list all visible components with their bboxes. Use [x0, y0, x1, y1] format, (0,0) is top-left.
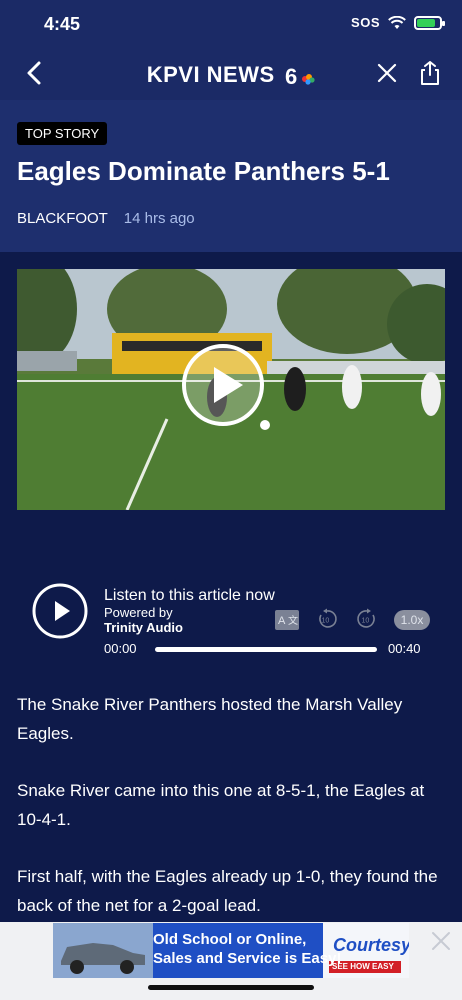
story-location: BLACKFOOT	[17, 210, 108, 227]
audio-current-time: 00:00	[104, 641, 137, 656]
ad-line-2: Sales and Service is Easy!	[153, 950, 342, 967]
svg-text:6: 6	[285, 65, 298, 87]
audio-player: Listen to this article now Powered by Tr…	[0, 575, 462, 665]
close-icon[interactable]	[376, 62, 398, 84]
audio-duration: 00:40	[388, 641, 421, 656]
forward-10-icon[interactable]: 10	[356, 608, 378, 630]
ad-brand: Courtesy	[333, 935, 409, 955]
ad-close-icon[interactable]	[430, 930, 452, 952]
svg-text:A: A	[278, 615, 286, 627]
top-story-badge: TOP STORY	[17, 122, 108, 145]
svg-text:10: 10	[362, 618, 370, 625]
story-header: TOP STORY Eagles Dominate Panthers 5-1 B…	[0, 100, 462, 252]
story-headline: Eagles Dominate Panthers 5-1	[17, 156, 390, 186]
article-paragraph: The Snake River Panthers hosted the Mars…	[17, 695, 403, 743]
nav-bar: KPVI NEWS 6	[0, 48, 462, 100]
nbc-six-logo-icon: 6	[285, 65, 315, 87]
rewind-10-icon[interactable]: 10	[316, 608, 338, 630]
wifi-icon	[388, 15, 406, 29]
article-body: The Snake River Panthers hosted the Mars…	[17, 690, 447, 948]
sos-label: SOS	[351, 15, 380, 30]
status-bar: 4:45 SOS	[0, 0, 462, 48]
share-icon[interactable]	[418, 60, 442, 86]
story-time-ago: 14 hrs ago	[123, 210, 195, 227]
video-play-icon[interactable]	[181, 343, 265, 427]
svg-text:10: 10	[322, 618, 330, 625]
status-time: 4:45	[44, 14, 81, 34]
home-indicator	[148, 985, 314, 990]
app-title: KPVI NEWS	[146, 62, 275, 87]
audio-provider: Trinity Audio	[104, 620, 183, 635]
audio-play-button[interactable]	[32, 583, 88, 639]
article-paragraph: Snake River came into this one at 8-5-1,…	[17, 781, 425, 829]
ad-cta: SEE HOW EASY	[332, 962, 394, 971]
playback-speed-button[interactable]: 1.0x	[394, 610, 430, 630]
audio-progress-bar[interactable]	[155, 647, 377, 652]
ad-banner[interactable]: Old School or Online, Sales and Service …	[53, 923, 409, 978]
status-icons: SOS	[351, 15, 445, 30]
article-paragraph: First half, with the Eagles already up 1…	[17, 867, 438, 915]
story-dateline: BLACKFOOT 14 hrs ago	[17, 210, 195, 227]
translate-icon[interactable]: A 文	[274, 609, 300, 631]
audio-title: Listen to this article now	[104, 587, 275, 604]
ad-line-1: Old School or Online,	[153, 931, 307, 948]
ad-bar: Old School or Online, Sales and Service …	[0, 922, 462, 1000]
powered-by-label: Powered by	[104, 605, 173, 620]
battery-icon	[414, 15, 445, 30]
svg-text:文: 文	[288, 614, 298, 627]
